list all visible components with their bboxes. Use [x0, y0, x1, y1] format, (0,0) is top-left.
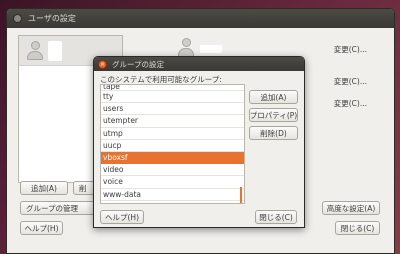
group-list[interactable]: tape tty users utempter utmp uucp vboxsf…: [100, 84, 245, 204]
user-name-placeholder: [48, 40, 62, 61]
group-list-item[interactable]: tty: [101, 91, 244, 104]
dialog-close-button[interactable]: 閉じる(C): [255, 210, 297, 224]
group-list-item[interactable]: users: [101, 103, 244, 116]
change-password-link[interactable]: 変更(C)...: [334, 98, 367, 109]
group-list-item-selected[interactable]: vboxsf: [101, 151, 244, 165]
window-title: ユーザの設定: [28, 14, 76, 23]
group-list-item[interactable]: uucp: [101, 140, 244, 152]
window-close-icon[interactable]: [13, 14, 22, 23]
group-list-item[interactable]: utempter: [101, 115, 244, 128]
group-list-item[interactable]: utmp: [101, 128, 244, 140]
list-scrollbar[interactable]: [240, 187, 242, 203]
group-list-item[interactable]: www-data: [101, 189, 244, 201]
change-name-link[interactable]: 変更(C)...: [334, 44, 367, 55]
change-account-type-link[interactable]: 変更(C)...: [334, 76, 367, 87]
dialog-close-icon[interactable]: ×: [98, 59, 107, 69]
help-button[interactable]: ヘルプ(H): [20, 221, 63, 235]
window-title-bar: ユーザの設定: [7, 9, 394, 28]
group-list-item[interactable]: video: [101, 164, 244, 177]
manage-groups-button[interactable]: グループの管理: [20, 201, 100, 215]
group-properties-button[interactable]: プロパティ(P): [249, 108, 298, 122]
dialog-title: グループの設定: [112, 59, 165, 69]
dialog-title-bar: × グループの設定: [94, 57, 304, 71]
user-avatar-icon: [27, 40, 43, 61]
add-user-button[interactable]: 追加(A): [20, 181, 68, 195]
dialog-help-button[interactable]: ヘルプ(H): [100, 210, 144, 224]
add-group-button[interactable]: 追加(A): [249, 90, 298, 104]
close-button[interactable]: 閉じる(C): [335, 221, 380, 235]
advanced-settings-button[interactable]: 高度な設定(A): [322, 201, 380, 215]
group-list-item[interactable]: voice: [101, 176, 244, 189]
selected-user-name-placeholder: [200, 45, 222, 53]
selected-user-avatar-icon[interactable]: [178, 38, 194, 58]
delete-group-button[interactable]: 削除(D): [249, 126, 298, 140]
group-settings-dialog: × グループの設定 このシステムで利用可能なグループ: tape tty use…: [93, 56, 305, 228]
